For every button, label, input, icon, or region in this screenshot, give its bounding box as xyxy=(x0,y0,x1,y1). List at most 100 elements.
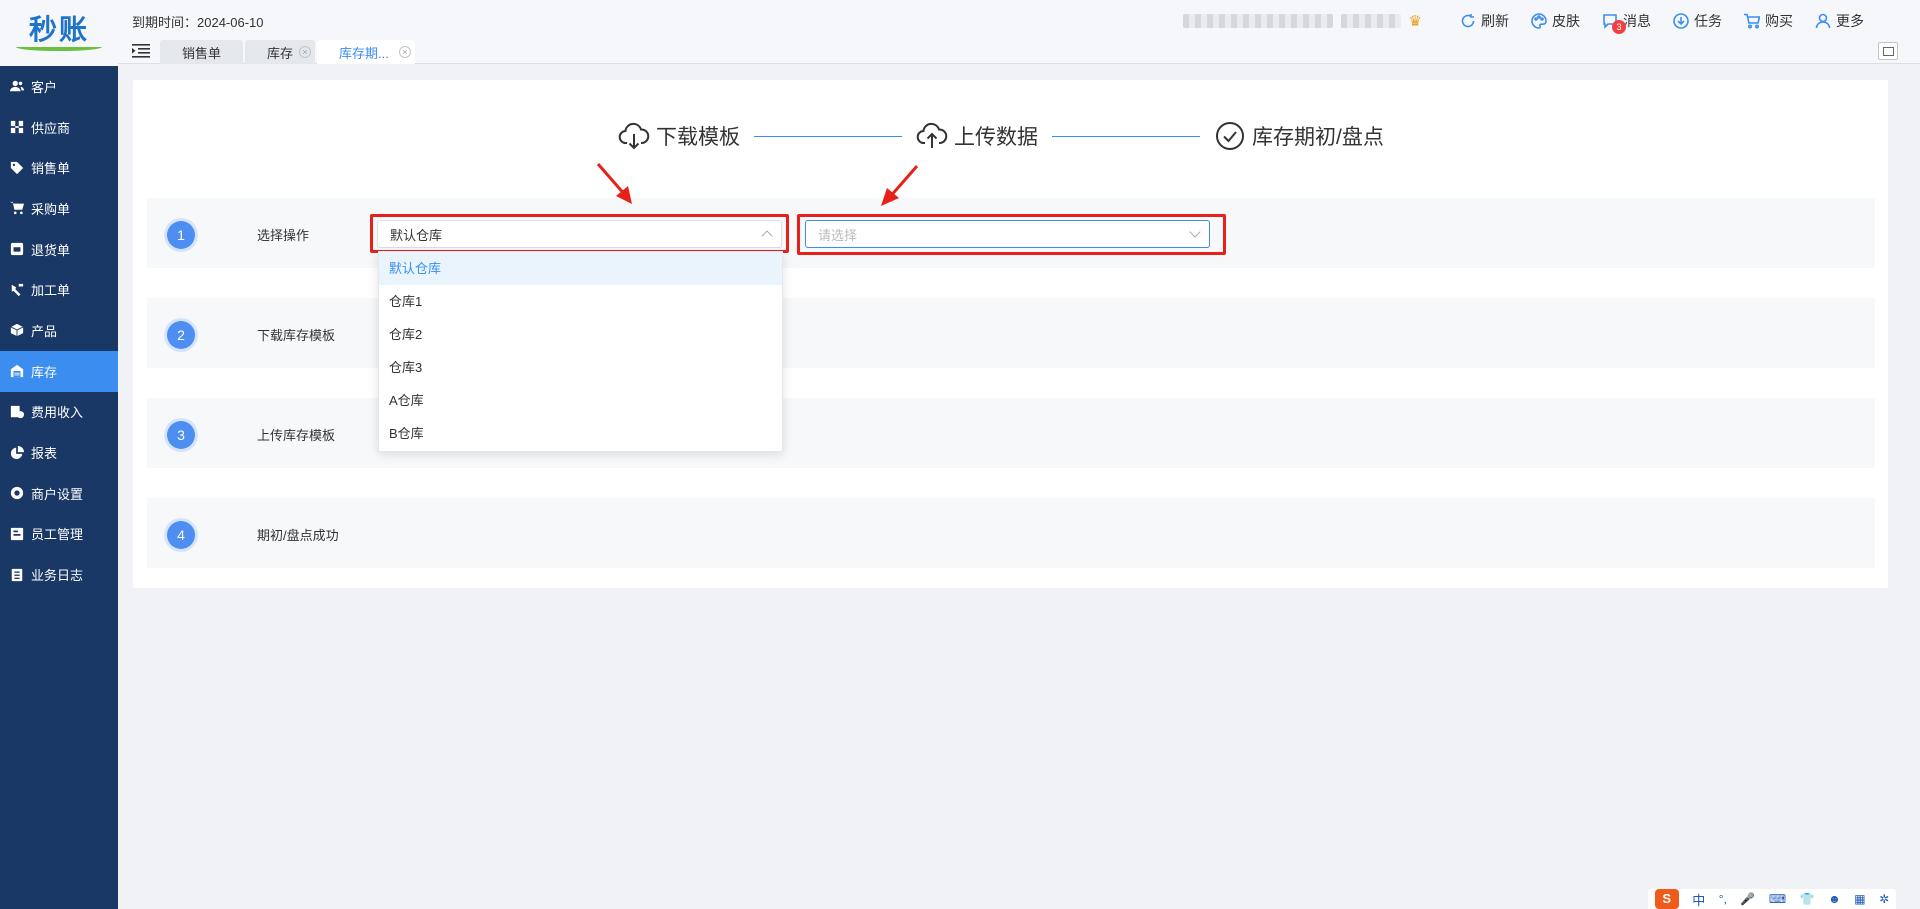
blurred-account-info xyxy=(1182,14,1333,28)
tab-inventory-opening[interactable]: 库存期... × xyxy=(317,40,415,64)
top-actions: ♛ 刷新 皮肤 3 消息 任务 购买 更多 xyxy=(1182,10,1864,34)
dropdown-option[interactable]: 仓库2 xyxy=(379,318,782,351)
warehouse-dropdown: 默认仓库 仓库1 仓库2 仓库3 A仓库 B仓库 xyxy=(378,251,783,452)
step-number: 3 xyxy=(167,421,195,449)
step-number: 1 xyxy=(167,221,195,249)
step-label: 选择操作 xyxy=(257,228,310,243)
close-icon[interactable]: × xyxy=(299,46,312,58)
sidebar-item-inventory[interactable]: 库存 xyxy=(0,350,118,392)
step-row-success: 4 期初/盘点成功 xyxy=(147,498,1875,568)
messages-label: 消息 xyxy=(1623,13,1651,29)
more-label: 更多 xyxy=(1836,13,1864,29)
wrench-icon xyxy=(9,282,24,297)
sidebar-item-label: 业务日志 xyxy=(31,568,84,584)
staff-icon xyxy=(9,526,24,541)
tab-inventory[interactable]: 库存 × xyxy=(245,40,316,64)
ime-toolbar[interactable]: S 中 °, 🎤 ⌨ 👕 ☻ ▦ ✲ xyxy=(1648,889,1896,909)
robot-icon[interactable]: ☻ xyxy=(1828,892,1841,906)
logo-swoosh xyxy=(16,43,102,51)
step-number: 4 xyxy=(167,521,195,549)
sidebar-item-customers[interactable]: 客户 xyxy=(0,66,118,107)
step-header: 下载模板 上传数据 库存期初/盘点 xyxy=(618,120,1384,152)
grid-icon[interactable]: ▦ xyxy=(1854,892,1865,906)
highlight-box-operation xyxy=(797,214,1226,255)
sidebar-item-label: 销售单 xyxy=(31,161,71,177)
sidebar-item-label: 退货单 xyxy=(31,242,71,258)
box-icon xyxy=(9,323,24,338)
buy-button[interactable]: 购买 xyxy=(1744,11,1793,31)
refresh-button[interactable]: 刷新 xyxy=(1460,11,1509,31)
message-badge: 3 xyxy=(1612,20,1626,34)
sidebar-item-merchant-settings[interactable]: 商户设置 xyxy=(0,473,118,514)
dropdown-option[interactable]: B仓库 xyxy=(379,417,782,450)
microphone-icon[interactable]: 🎤 xyxy=(1740,892,1755,906)
step-download-label: 下载模板 xyxy=(656,126,740,149)
sidebar-item-purchase[interactable]: 采购单 xyxy=(0,188,118,229)
dropdown-option[interactable]: 仓库3 xyxy=(379,351,782,384)
sidebar-item-business-log[interactable]: 业务日志 xyxy=(0,554,118,595)
dropdown-option[interactable]: 默认仓库 xyxy=(379,252,782,285)
sidebar-item-returns[interactable]: 退货单 xyxy=(0,229,118,270)
skin-button[interactable]: 皮肤 xyxy=(1531,11,1580,31)
sidebar-item-label: 报表 xyxy=(31,446,58,462)
sidebar-item-staff[interactable]: 员工管理 xyxy=(0,514,118,555)
fullscreen-icon[interactable] xyxy=(1878,42,1898,60)
ime-lang[interactable]: 中 xyxy=(1692,890,1705,909)
refresh-label: 刷新 xyxy=(1481,13,1509,29)
cloud-upload-icon xyxy=(916,122,948,148)
tasks-button[interactable]: 任务 xyxy=(1673,11,1722,31)
messages-button[interactable]: 3 消息 xyxy=(1602,11,1651,34)
step-label: 上传库存模板 xyxy=(257,428,336,443)
cloud-download-icon xyxy=(618,122,650,150)
more-button[interactable]: 更多 xyxy=(1815,11,1864,31)
download-circle-icon xyxy=(1673,13,1689,29)
step-number: 2 xyxy=(167,321,195,349)
step-upload: 上传数据 xyxy=(916,120,1038,152)
sidebar-item-sales[interactable]: 销售单 xyxy=(0,147,118,188)
user-icon xyxy=(1815,13,1831,29)
cart-icon xyxy=(9,201,24,216)
return-icon xyxy=(9,242,24,257)
sidebar-item-label: 产品 xyxy=(31,323,58,339)
page-tabs: 销售单 库存 × 库存期... × xyxy=(160,40,417,64)
step-connector xyxy=(754,135,902,137)
step-download: 下载模板 xyxy=(618,120,740,152)
ime-logo-icon: S xyxy=(1654,889,1679,909)
sidebar-nav: 客户 供应商 销售单 采购单 退货单 加工单 产品 库存 费用收入 报表 商户设… xyxy=(0,66,118,595)
dropdown-option[interactable]: 仓库1 xyxy=(379,285,782,318)
highlight-box-warehouse xyxy=(370,214,789,253)
sidebar-item-label: 员工管理 xyxy=(31,527,84,543)
step-label: 期初/盘点成功 xyxy=(257,528,339,543)
settings-icon[interactable]: ✲ xyxy=(1879,892,1889,906)
menu-toggle-icon[interactable] xyxy=(132,44,150,58)
skin-label: 皮肤 xyxy=(1552,13,1580,29)
blurred-account-info xyxy=(1340,14,1401,28)
tab-label: 销售单 xyxy=(182,45,222,61)
ime-punct[interactable]: °, xyxy=(1719,892,1727,906)
annotation-arrow-left xyxy=(596,163,632,204)
tab-sales[interactable]: 销售单 xyxy=(160,40,244,64)
check-circle-icon xyxy=(1216,122,1244,150)
sidebar-item-label: 费用收入 xyxy=(31,405,84,421)
sidebar-item-reports[interactable]: 报表 xyxy=(0,432,118,473)
sidebar-item-products[interactable]: 产品 xyxy=(0,310,118,351)
sidebar: 秒账 客户 供应商 销售单 采购单 退货单 加工单 产品 库存 费用收入 报表 … xyxy=(0,0,118,909)
keyboard-icon[interactable]: ⌨ xyxy=(1769,892,1786,906)
sidebar-item-processing[interactable]: 加工单 xyxy=(0,269,118,310)
step-upload-label: 上传数据 xyxy=(954,126,1038,149)
sidebar-item-suppliers[interactable]: 供应商 xyxy=(0,107,118,148)
close-icon[interactable]: × xyxy=(398,46,411,58)
sidebar-item-finance[interactable]: 费用收入 xyxy=(0,392,118,433)
sidebar-item-label: 商户设置 xyxy=(31,486,84,502)
step-label: 下载库存模板 xyxy=(257,328,336,343)
tab-label: 库存 xyxy=(267,45,294,61)
refresh-icon xyxy=(1461,14,1475,28)
step-done-label: 库存期初/盘点 xyxy=(1252,126,1384,149)
dropdown-option[interactable]: A仓库 xyxy=(379,384,782,417)
sidebar-item-label: 客户 xyxy=(31,79,58,95)
logo-text: 秒账 xyxy=(28,13,89,46)
shirt-icon[interactable]: 👕 xyxy=(1800,892,1815,906)
expire-date: 到期时间：2024-06-10 xyxy=(132,15,264,30)
supplier-icon xyxy=(9,120,24,135)
app-logo[interactable]: 秒账 xyxy=(0,0,118,66)
